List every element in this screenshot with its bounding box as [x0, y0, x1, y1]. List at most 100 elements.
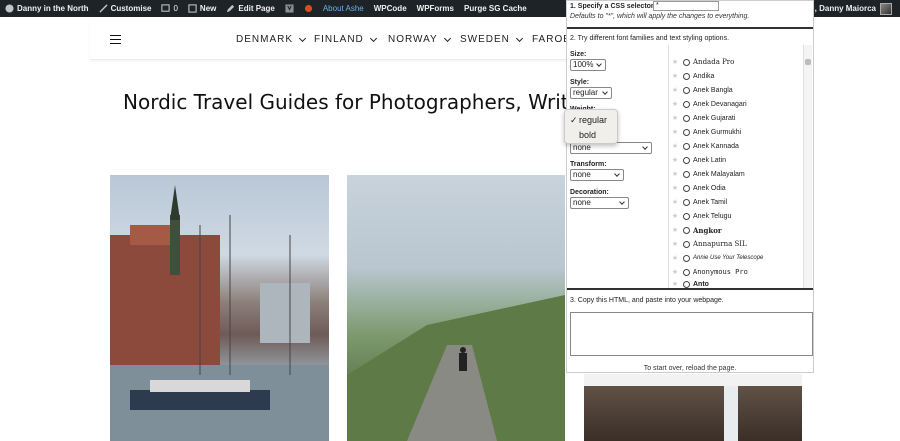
- font-name: Anek Tamil: [693, 198, 728, 206]
- star-icon[interactable]: ★: [669, 100, 681, 108]
- admin-edit-page[interactable]: Edit Page: [221, 0, 279, 17]
- font-name: Anek Latin: [693, 156, 727, 164]
- nav-item-finland[interactable]: FINLAND: [314, 34, 377, 45]
- radio-button[interactable]: [683, 240, 690, 248]
- font-name: Annapurna SIL: [693, 240, 747, 248]
- radio-button[interactable]: [683, 156, 690, 164]
- font-name: Anek Telugu: [693, 212, 732, 220]
- font-option[interactable]: ★ Anek Bangla: [669, 83, 804, 97]
- star-icon[interactable]: ★: [669, 86, 681, 94]
- font-option[interactable]: ★ Anto: [669, 277, 804, 288]
- nav-item-norway[interactable]: NORWAY: [388, 34, 451, 45]
- font-option[interactable]: ★ Anek Latin: [669, 153, 804, 167]
- admin-status-dot[interactable]: [299, 0, 318, 17]
- font-family-list: ★ Andada Pro ★ Andika ★ Anek Bangla ★ Anek D…: [668, 45, 813, 288]
- copenhagen-harbour-photo[interactable]: [110, 175, 329, 441]
- radio-button[interactable]: [683, 280, 690, 288]
- weight-option-bold[interactable]: bold: [565, 128, 617, 142]
- selector-hint: Defaults to "*", which will apply the ch…: [570, 13, 750, 20]
- decoration-select[interactable]: none: [570, 197, 629, 209]
- font-name: Anek Devanagari: [693, 100, 747, 108]
- about-label: About Ashe: [322, 4, 364, 13]
- font-option[interactable]: ★ Anek Tamil: [669, 195, 804, 209]
- option-label: regular: [579, 115, 608, 125]
- admin-yoast[interactable]: [280, 0, 299, 17]
- radio-button[interactable]: [683, 254, 690, 262]
- font-name: Anonymous Pro: [693, 268, 748, 276]
- star-icon[interactable]: ★: [669, 114, 681, 122]
- font-option[interactable]: ★ Anek Gurmukhi: [669, 125, 804, 139]
- radio-button[interactable]: [683, 170, 690, 178]
- star-icon[interactable]: ★: [669, 226, 681, 234]
- font-option[interactable]: ★ Anek Gujarati: [669, 111, 804, 125]
- admin-wpforms[interactable]: WPForms: [412, 0, 459, 17]
- radio-button[interactable]: [683, 100, 690, 108]
- admin-site-menu[interactable]: Danny in the North: [0, 0, 94, 17]
- style-select[interactable]: regular: [570, 87, 612, 99]
- star-icon[interactable]: ★: [669, 212, 681, 220]
- admin-about[interactable]: About Ashe: [318, 0, 369, 17]
- star-icon[interactable]: ★: [669, 268, 681, 276]
- new-label: New: [199, 4, 217, 13]
- size-select[interactable]: 100%: [570, 59, 606, 71]
- css-selector-input[interactable]: *: [653, 1, 719, 11]
- font-name: Anek Bangla: [693, 86, 733, 94]
- star-icon[interactable]: ★: [669, 170, 681, 178]
- font-list-scrollbar[interactable]: [803, 45, 812, 288]
- radio-button[interactable]: [683, 226, 690, 234]
- comments-count: 0: [173, 4, 178, 13]
- transform-select[interactable]: none: [570, 169, 624, 181]
- waterfall-photo[interactable]: [584, 374, 802, 441]
- scroll-thumb[interactable]: [805, 59, 811, 65]
- radio-button[interactable]: [683, 58, 690, 66]
- star-icon[interactable]: ★: [669, 156, 681, 164]
- star-icon[interactable]: ★: [669, 58, 681, 66]
- font-option[interactable]: ★ Andada Pro: [669, 55, 804, 69]
- hamburger-menu-icon[interactable]: [110, 35, 121, 44]
- font-option[interactable]: ★ Annie Use Your Telescope: [669, 251, 804, 265]
- html-output-textarea[interactable]: [570, 312, 813, 356]
- font-name: Anek Malayalam: [693, 170, 745, 178]
- radio-button[interactable]: [683, 212, 690, 220]
- admin-purge-cache[interactable]: Purge SG Cache: [459, 0, 532, 17]
- radio-button[interactable]: [683, 184, 690, 192]
- radio-button[interactable]: [683, 86, 690, 94]
- greeting: i, Danny Maiorca: [812, 4, 876, 13]
- star-icon[interactable]: ★: [669, 128, 681, 136]
- admin-comments[interactable]: 0: [156, 0, 182, 17]
- admin-wpcode[interactable]: WPCode: [369, 0, 412, 17]
- weight-option-regular[interactable]: ✓ regular: [565, 113, 617, 127]
- star-icon[interactable]: ★: [669, 254, 681, 262]
- nav-item-sweden[interactable]: SWEDEN: [460, 34, 523, 45]
- nav-item-denmark[interactable]: DENMARK: [236, 34, 307, 45]
- nav-label: NORWAY: [388, 34, 438, 45]
- radio-button[interactable]: [683, 72, 690, 80]
- radio-button[interactable]: [683, 142, 690, 150]
- plus-icon: [188, 4, 197, 13]
- misty-trail-photo[interactable]: [347, 175, 565, 441]
- font-option[interactable]: ★ Anek Malayalam: [669, 167, 804, 181]
- star-icon[interactable]: ★: [669, 72, 681, 80]
- font-option[interactable]: ★ Anek Devanagari: [669, 97, 804, 111]
- radio-button[interactable]: [683, 114, 690, 122]
- decoration-label: Decoration:: [570, 189, 609, 196]
- star-icon[interactable]: ★: [669, 142, 681, 150]
- font-option[interactable]: ★ Anek Telugu: [669, 209, 804, 223]
- font-option[interactable]: ★ Angkor: [669, 223, 804, 237]
- admin-account[interactable]: i, Danny Maiorca: [812, 0, 892, 17]
- size-label: Size:: [570, 51, 587, 58]
- star-icon[interactable]: ★: [669, 184, 681, 192]
- star-icon[interactable]: ★: [669, 280, 681, 288]
- radio-button[interactable]: [683, 128, 690, 136]
- radio-button[interactable]: [683, 198, 690, 206]
- admin-new[interactable]: New: [183, 0, 221, 17]
- admin-customise[interactable]: Customise: [94, 0, 157, 17]
- font-option[interactable]: ★ Anek Kannada: [669, 139, 804, 153]
- star-icon[interactable]: ★: [669, 198, 681, 206]
- radio-button[interactable]: [683, 268, 690, 276]
- font-option[interactable]: ★ Annapurna SIL: [669, 237, 804, 251]
- font-option[interactable]: ★ Anek Odia: [669, 181, 804, 195]
- font-option[interactable]: ★ Andika: [669, 69, 804, 83]
- star-icon[interactable]: ★: [669, 240, 681, 248]
- brush-icon: [98, 4, 108, 13]
